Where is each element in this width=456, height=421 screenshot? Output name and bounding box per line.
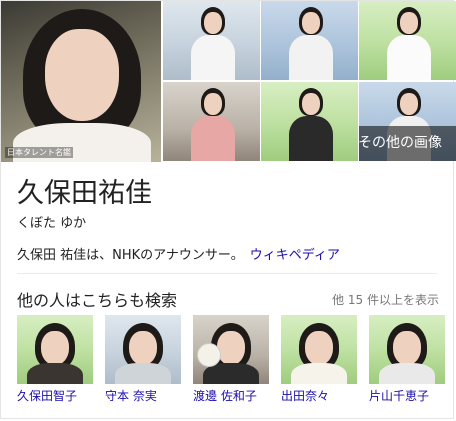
related-person-card[interactable]: 片山千恵子 — [369, 315, 445, 411]
clothing-shape — [289, 116, 333, 161]
face-shape — [305, 331, 333, 365]
gallery-thumbnail[interactable] — [163, 1, 260, 80]
clothing-shape — [291, 363, 347, 384]
face-shape — [204, 12, 222, 34]
person-photo[interactable] — [17, 315, 93, 384]
person-name[interactable]: 片山千恵子 — [369, 387, 445, 404]
face-shape — [204, 93, 222, 115]
person-photo[interactable] — [193, 315, 269, 384]
clothing-shape — [191, 116, 235, 161]
face-shape — [41, 331, 69, 365]
person-photo[interactable] — [369, 315, 445, 384]
person-photo[interactable] — [281, 315, 357, 384]
gallery-thumbnail[interactable] — [163, 82, 260, 161]
gallery-thumbnail[interactable] — [359, 1, 456, 80]
face-shape — [45, 29, 119, 121]
clothing-shape — [115, 363, 171, 384]
face-shape — [393, 331, 421, 365]
more-images-button[interactable]: その他の画像 — [359, 126, 456, 161]
sign-shape — [197, 343, 221, 367]
face-shape — [302, 93, 320, 115]
related-person-card[interactable]: 渡邊 佐和子 — [193, 315, 269, 411]
description-text: 久保田 祐佳は、NHKのアナウンサー。 — [17, 248, 244, 263]
entity-description: 久保田 祐佳は、NHKのアナウンサー。 ウィキペディア — [17, 244, 340, 263]
gallery-thumbnail[interactable] — [261, 82, 358, 161]
related-heading: 他の人はこちらも検索 — [17, 291, 178, 310]
clothing-shape — [387, 35, 431, 80]
clothing-shape — [379, 363, 435, 384]
face-shape — [302, 12, 320, 34]
face-shape — [400, 12, 418, 34]
clothing-shape — [289, 35, 333, 80]
face-shape — [400, 93, 418, 115]
person-name[interactable]: 守本 奈実 — [105, 387, 181, 404]
gallery-thumbnail[interactable] — [261, 1, 358, 80]
entity-title: 久保田祐佳 — [17, 178, 152, 209]
main-photo[interactable]: 日本タレント名鑑 — [1, 1, 161, 162]
person-name[interactable]: 渡邊 佐和子 — [193, 387, 269, 404]
face-shape — [129, 331, 157, 365]
person-name[interactable]: 出田奈々 — [281, 387, 357, 404]
wikipedia-link[interactable]: ウィキペディア — [250, 248, 340, 263]
clothing-shape — [27, 363, 83, 384]
related-person-card[interactable]: 出田奈々 — [281, 315, 357, 411]
image-gallery: 日本タレント名鑑 その他の画像 — [1, 1, 456, 162]
clothing-shape — [191, 35, 235, 80]
entity-reading: くぼた ゆか — [17, 216, 87, 231]
divider — [17, 273, 437, 274]
photo-caption: 日本タレント名鑑 — [5, 147, 73, 158]
person-photo[interactable] — [105, 315, 181, 384]
knowledge-panel: 日本タレント名鑑 その他の画像 久保田祐佳 くぼた ゆか 久保田 祐佳は、NHK… — [0, 0, 456, 419]
related-person-card[interactable]: 守本 奈実 — [105, 315, 181, 411]
person-name[interactable]: 久保田智子 — [17, 387, 93, 404]
face-shape — [217, 331, 245, 365]
gallery-thumbnail[interactable]: その他の画像 — [359, 82, 456, 161]
show-more-link[interactable]: 他 15 件以上を表示 — [332, 291, 439, 308]
related-person-card[interactable]: 久保田智子 — [17, 315, 93, 411]
related-people-list: 久保田智子 守本 奈実 渡邊 佐和子 出田奈々 片山千恵子 — [17, 315, 445, 411]
